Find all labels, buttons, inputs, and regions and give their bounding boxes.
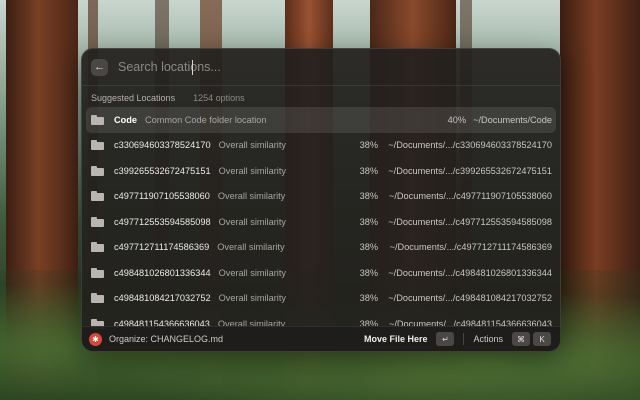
match-percent: 38%	[359, 191, 378, 202]
location-description: Overall similarity	[218, 165, 286, 176]
location-path: ~/Documents/Code	[473, 114, 552, 125]
location-path: ~/Documents/.../c399265532672475151	[388, 165, 552, 176]
location-path: ~/Documents/.../c330694603378524170	[388, 140, 552, 151]
location-name: c498481026801336344	[114, 267, 211, 278]
location-path: ~/Documents/.../c498481026801336344	[388, 267, 552, 278]
locations-list: Code Common Code folder location 40% ~/D…	[86, 107, 556, 329]
list-item[interactable]: c497712711174586369 Overall similarity 3…	[86, 235, 556, 261]
footer-divider	[463, 333, 465, 345]
match-percent: 38%	[359, 140, 378, 151]
enter-key-icon: ↵	[436, 332, 455, 346]
location-name: c497712553594585098	[114, 216, 211, 227]
location-name: c399265532672475151	[114, 165, 211, 176]
location-description: Overall similarity	[217, 191, 286, 202]
folder-icon	[91, 165, 104, 176]
app-icon: ✱	[89, 332, 102, 346]
location-picker-panel: ← Suggested Locations 1254 options Code …	[81, 48, 561, 352]
location-name: c498481084217032752	[114, 293, 211, 304]
match-percent: 38%	[359, 267, 378, 278]
k-key-icon: K	[533, 332, 551, 346]
search-input[interactable]	[116, 56, 560, 78]
list-item[interactable]: c498481084217032752 Overall similarity 3…	[86, 286, 556, 312]
folder-icon	[91, 114, 104, 125]
command-key-icon: ⌘	[512, 332, 530, 346]
match-percent: 38%	[359, 216, 378, 227]
location-path: ~/Documents/.../c497711907105538060	[388, 191, 552, 202]
location-name: Code	[114, 114, 137, 125]
location-description: Overall similarity	[218, 267, 286, 278]
actions-button[interactable]: Actions	[473, 334, 503, 344]
text-cursor	[192, 60, 193, 75]
list-item[interactable]: c497711907105538060 Overall similarity 3…	[86, 184, 556, 210]
list-item[interactable]: c399265532672475151 Overall similarity 3…	[86, 158, 556, 184]
match-percent: 40%	[447, 114, 466, 125]
list-item[interactable]: c498481026801336344 Overall similarity 3…	[86, 260, 556, 286]
folder-icon	[91, 216, 104, 227]
location-name: c497712711174586369	[114, 242, 210, 253]
folder-icon	[91, 191, 104, 202]
match-percent: 38%	[359, 242, 378, 253]
section-header: Suggested Locations 1254 options	[91, 93, 245, 103]
location-description: Overall similarity	[218, 216, 286, 227]
location-path: ~/Documents/.../c498481084217032752	[388, 293, 552, 304]
list-item[interactable]: c330694603378524170 Overall similarity 3…	[86, 133, 556, 159]
list-item[interactable]: c497712553594585098 Overall similarity 3…	[86, 209, 556, 235]
move-file-here-button[interactable]: Move File Here	[364, 334, 428, 344]
status-text: Organize: CHANGELOG.md	[109, 334, 224, 344]
section-title: Suggested Locations	[91, 93, 176, 103]
location-description: Common Code folder location	[144, 114, 267, 125]
list-item-selected[interactable]: Code Common Code folder location 40% ~/D…	[86, 107, 556, 133]
folder-icon	[91, 293, 104, 304]
folder-icon	[91, 267, 104, 278]
location-description: Overall similarity	[218, 293, 286, 304]
location-path: ~/Documents/.../c497712553594585098	[388, 216, 552, 227]
search-bar: ←	[82, 49, 560, 86]
location-name: c330694603378524170	[114, 140, 211, 151]
match-percent: 38%	[359, 293, 378, 304]
options-count: 1254 options	[193, 93, 245, 103]
folder-icon	[91, 242, 104, 253]
location-name: c497711907105538060	[114, 191, 210, 202]
folder-icon	[91, 140, 104, 151]
location-description: Overall similarity	[218, 140, 286, 151]
back-arrow-icon: ←	[94, 61, 105, 73]
location-path: ~/Documents/.../c497712711174586369	[389, 242, 552, 253]
back-button[interactable]: ←	[91, 58, 108, 76]
action-bar: ✱ Organize: CHANGELOG.md Move File Here …	[82, 326, 560, 351]
location-description: Overall similarity	[217, 242, 285, 253]
match-percent: 38%	[359, 165, 378, 176]
